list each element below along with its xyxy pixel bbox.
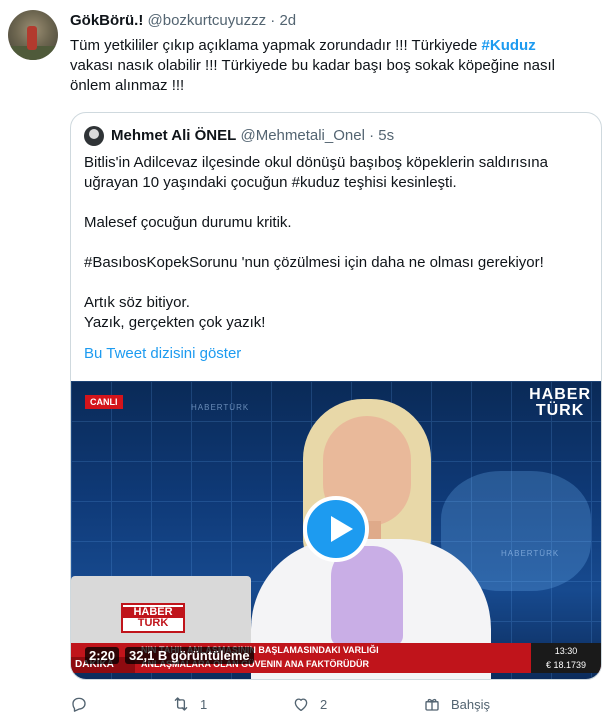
quote-author-name: Mehmet Ali ÖNEL bbox=[111, 127, 237, 144]
retweet-button[interactable]: 1 bbox=[172, 692, 207, 716]
quote-paragraph bbox=[84, 233, 589, 253]
quote-author-avatar[interactable] bbox=[84, 126, 104, 146]
quote-paragraph bbox=[84, 193, 589, 213]
tweet-text-part1: Tüm yetkililer çıkıp açıklama yapmak zor… bbox=[70, 37, 482, 54]
quote-paragraph: Bitlis'in Adilcevaz ilçesinde okul dönüş… bbox=[84, 154, 548, 191]
tweet: GökBörü.! @bozkurtcuyuzzz · 2d Tüm yetki… bbox=[0, 0, 614, 727]
desk-logo-line2: TÜRK bbox=[137, 617, 169, 629]
live-badge: CANLI bbox=[85, 395, 123, 409]
retweet-count: 1 bbox=[200, 696, 208, 712]
tweet-header: GökBörü.! @bozkurtcuyuzzz · 2d bbox=[70, 12, 296, 29]
quote-author-handle: @Mehmetali_Onel bbox=[240, 127, 365, 144]
quote-text: Bitlis'in Adilcevaz ilçesinde okul dönüş… bbox=[84, 153, 589, 333]
tweet-text: Tüm yetkililer çıkıp açıklama yapmak zor… bbox=[70, 36, 580, 96]
play-button[interactable] bbox=[303, 496, 369, 562]
ticker-clock-value: € 18.1739 bbox=[545, 660, 587, 670]
show-thread-link[interactable]: Bu Tweet dizisini göster bbox=[84, 345, 241, 362]
hashtag-link[interactable]: #Kuduz bbox=[482, 37, 536, 54]
ticker-clock-time: 13:30 bbox=[554, 646, 578, 656]
tweet-time[interactable]: 2d bbox=[279, 12, 296, 29]
channel-logo: HABER TÜRK bbox=[529, 387, 591, 419]
quote-header-separator: · bbox=[369, 127, 375, 144]
channel-logo-line2: TÜRK bbox=[535, 402, 585, 419]
tweet-text-part2: vakası nasık olabilir !!! Türkiyede bu k… bbox=[70, 57, 555, 94]
heart-icon bbox=[294, 698, 308, 712]
author-handle[interactable]: @bozkurtcuyuzzz bbox=[148, 12, 267, 29]
action-bar: 1 2 Bahşiş bbox=[70, 692, 602, 716]
tip-label: Bahşiş bbox=[451, 696, 491, 712]
quote-paragraph: Artık söz bitiyor. bbox=[84, 294, 190, 311]
ticker-clock: 13:30 € 18.1739 bbox=[531, 643, 601, 673]
retweet-icon bbox=[174, 697, 188, 711]
like-count: 2 bbox=[320, 696, 328, 712]
header-separator: · bbox=[270, 12, 276, 29]
quote-paragraph bbox=[84, 273, 589, 293]
quote-header: Mehmet Ali ÖNEL @Mehmetali_Onel · 5s bbox=[111, 127, 394, 144]
reply-icon bbox=[72, 697, 86, 712]
quote-paragraph: Malesef çocuğun durumu kritik. bbox=[84, 214, 292, 231]
quote-time: 5s bbox=[378, 127, 395, 144]
desk-logo: HABER TÜRK bbox=[121, 603, 185, 633]
video-bg-label: HABERTÜRK bbox=[501, 549, 560, 558]
video-player[interactable]: HABERTÜRK HABERTÜRK CANLI HABER TÜRK HAB… bbox=[71, 381, 601, 679]
channel-logo-line1: HABER bbox=[529, 386, 591, 403]
quote-paragraph: Yazık, gerçekten çok yazık! bbox=[84, 314, 266, 331]
tip-icon bbox=[425, 698, 439, 711]
author-name[interactable]: GökBörü.! bbox=[70, 12, 143, 29]
quoted-tweet[interactable]: Mehmet Ali ÖNEL @Mehmetali_Onel · 5s Bit… bbox=[70, 112, 602, 680]
tip-button[interactable]: Bahşiş bbox=[423, 692, 490, 716]
play-icon bbox=[331, 516, 353, 542]
quote-paragraph: #BasıbosKopekSorunu 'nun çözülmesi için … bbox=[84, 254, 544, 271]
reply-button[interactable] bbox=[70, 692, 98, 716]
author-avatar[interactable] bbox=[8, 10, 58, 60]
video-views: 32,1 B görüntüleme bbox=[125, 647, 254, 664]
video-bg-label: HABERTÜRK bbox=[191, 403, 250, 412]
video-duration: 2:20 bbox=[85, 647, 120, 664]
avatar-figure bbox=[27, 26, 37, 50]
like-button[interactable]: 2 bbox=[292, 692, 327, 716]
